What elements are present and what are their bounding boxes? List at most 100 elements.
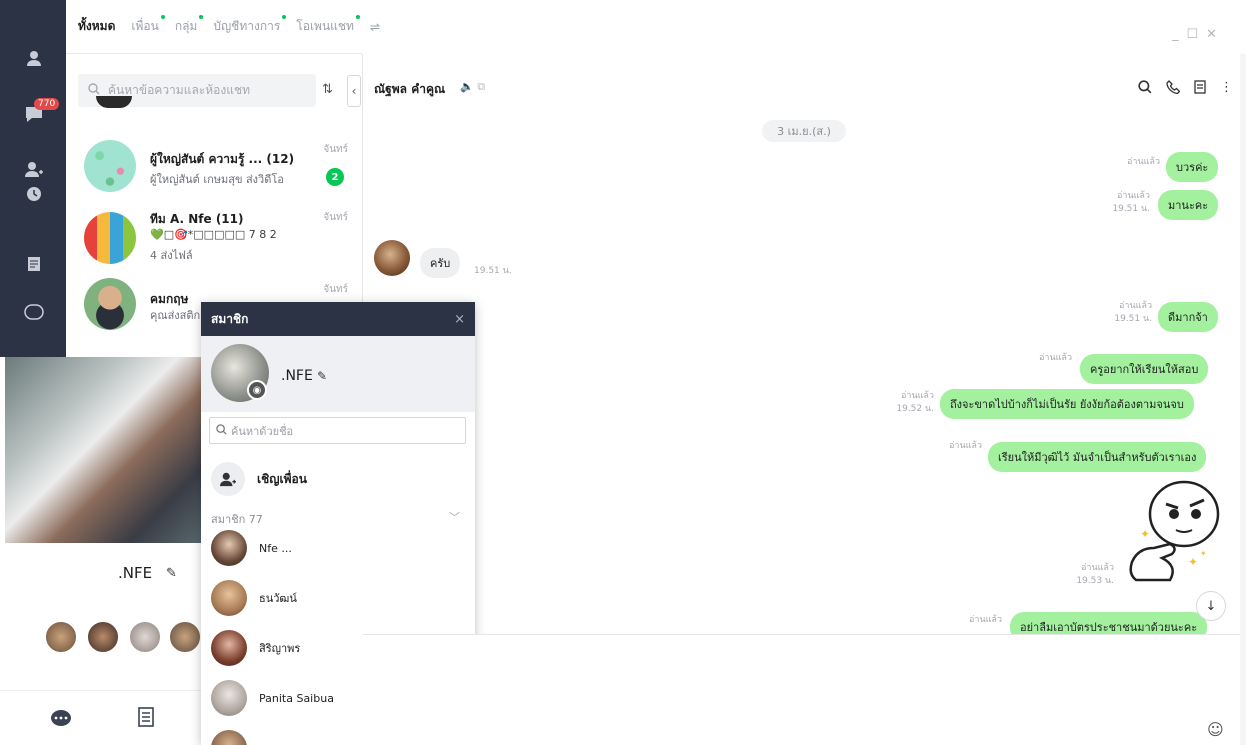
read-receipt: อ่านแล้ว 19.53 น.: [1058, 562, 1114, 587]
minimize-icon[interactable]: _: [1172, 27, 1179, 42]
member-avatar[interactable]: [44, 620, 78, 654]
message-bubble-out[interactable]: บวรค่ะ: [1166, 152, 1219, 182]
member-avatar[interactable]: [168, 620, 202, 654]
message-time: 19.51 น.: [474, 266, 512, 276]
svg-text:✦: ✦: [1200, 549, 1207, 558]
edit-group-name-icon[interactable]: ✎: [317, 369, 327, 383]
message-bubble-out[interactable]: ดีมากจ้า: [1158, 302, 1218, 332]
chat-time: จันทร์: [323, 212, 348, 223]
tab-openchat[interactable]: โอเพนแชท: [296, 15, 360, 36]
tab-friends[interactable]: เพื่อน: [131, 15, 165, 36]
tab-groups[interactable]: กลุ่ม: [174, 15, 204, 36]
mute-and-link-icons[interactable]: 🔈 ⧉: [460, 80, 485, 94]
avatar: [84, 140, 136, 192]
note-icon[interactable]: [138, 707, 154, 730]
read-label: อ่านแล้ว: [1119, 301, 1152, 311]
notes-icon[interactable]: [1194, 80, 1206, 98]
message-time: 19.53 น.: [1076, 575, 1114, 586]
chat-bubble-icon[interactable]: [50, 709, 72, 732]
sticker-image[interactable]: ✦✦✦: [1122, 470, 1224, 590]
chevron-down-icon[interactable]: ﹀: [449, 509, 460, 525]
group-cover-photo: [5, 357, 205, 543]
message-time: 19.51 น.: [1114, 313, 1152, 324]
line-app-window: 770 ทั้งหมด เพื่อน กลุ่ม บัญชีทางการ โอเ…: [0, 0, 1246, 745]
search-icon[interactable]: [1138, 80, 1152, 98]
members-count: สมาชิก 77: [211, 513, 263, 526]
chat-name: ทีม A. Nfe (11): [150, 212, 244, 226]
friends-icon[interactable]: [20, 44, 48, 72]
scroll-to-bottom-button[interactable]: ↓: [1196, 591, 1226, 621]
member-item[interactable]: Nfe ...: [211, 530, 292, 566]
close-window-icon[interactable]: ✕: [1206, 27, 1217, 42]
left-rail: 770: [0, 0, 66, 357]
filter-settings-icon[interactable]: ⇌: [370, 20, 380, 34]
tab-all[interactable]: ทั้งหมด: [78, 17, 115, 36]
member-name: สิริญาพร: [259, 642, 301, 655]
tab-label: กลุ่ม: [174, 19, 198, 33]
chat-item[interactable]: ผู้ใหญ่สันต์ ความรู้ ... (12) ผู้ใหญ่สัน…: [66, 140, 362, 206]
search-placeholder: ค้นหาด้วยชื่อ: [231, 424, 294, 438]
member-avatar: [211, 730, 247, 745]
member-avatar[interactable]: [86, 620, 120, 654]
sort-icon[interactable]: ⇅: [322, 82, 333, 97]
message-bubble-in[interactable]: ครับ: [420, 248, 461, 278]
member-name: Nfe ...: [259, 541, 292, 555]
message-input[interactable]: [363, 634, 1246, 745]
chat-room-title[interactable]: ณัฐพล คำคูณ: [374, 80, 445, 99]
message-bubble-out[interactable]: มานะคะ: [1158, 190, 1219, 220]
member-search-input[interactable]: ค้นหาด้วยชื่อ: [209, 417, 466, 444]
unread-count: 2: [326, 168, 344, 186]
scrollbar[interactable]: [1240, 54, 1246, 745]
read-label: อ่านแล้ว: [1081, 563, 1114, 573]
member-item[interactable]: ธนวัฒน์: [211, 580, 297, 616]
message-bubble-out[interactable]: ถึงจะขาดไปบ้างก็ไม่เป็นรัย ยังงัยก้อต้อง…: [940, 389, 1194, 419]
message-bubble-out[interactable]: เรียนให้มีวุฒิไว้ มันจำเป็นสำหรับตัวเราเ…: [988, 442, 1207, 472]
date-separator: 3 เม.ย.(ส.): [762, 120, 846, 142]
unread-badge: 770: [34, 98, 60, 110]
read-receipt: อ่านแล้ว: [950, 614, 1002, 627]
tab-official-accounts[interactable]: บัญชีทางการ: [213, 15, 287, 36]
new-dot: [199, 15, 204, 19]
invite-friends-button[interactable]: เชิญเพื่อน: [211, 462, 307, 496]
member-avatar: [211, 680, 247, 716]
member-item[interactable]: [211, 730, 247, 745]
member-name: Panita Saibua: [259, 691, 334, 705]
group-summary: ◉ .NFE ✎: [201, 336, 475, 412]
chat-filter-tabs: ทั้งหมด เพื่อน กลุ่ม บัญชีทางการ โอเพนแช…: [66, 0, 380, 54]
member-item[interactable]: Panita Saibua: [211, 680, 334, 716]
collapse-panel-icon[interactable]: ‹: [347, 75, 361, 107]
invite-label: เชิญเพื่อน: [257, 471, 307, 486]
sender-avatar[interactable]: [374, 240, 410, 276]
search-icon: [216, 423, 227, 438]
edit-name-icon[interactable]: ✎: [166, 566, 177, 581]
message-time: 19.51 น.: [1112, 203, 1150, 214]
chat-preview: ผู้ใหญ่สันต์ เกษมสุข ส่งวิดีโอ: [150, 173, 284, 186]
svg-text:✦: ✦: [1188, 555, 1198, 569]
member-item[interactable]: สิริญาพร: [211, 630, 300, 666]
member-avatar: [211, 580, 247, 616]
member-avatar: [211, 630, 247, 666]
message-bubble-out[interactable]: ครูอยากให้เรียนให้สอบ: [1080, 354, 1209, 384]
popup-header: สมาชิก ×: [201, 302, 475, 336]
emoji-icon[interactable]: ☺: [1207, 720, 1224, 739]
read-receipt: อ่านแล้ว: [930, 440, 982, 453]
more-options-icon[interactable]: ⋮: [1220, 80, 1233, 98]
chat-name: ผู้ใหญ่สันต์ ความรู้ ... (12): [150, 152, 295, 166]
read-label: อ่านแล้ว: [1127, 157, 1160, 167]
close-icon[interactable]: ×: [454, 312, 465, 327]
camera-icon[interactable]: ◉: [247, 380, 267, 400]
phone-icon[interactable]: [1166, 80, 1181, 98]
maximize-icon[interactable]: ☐: [1187, 27, 1199, 42]
read-receipt: อ่านแล้ว 19.52 น.: [878, 390, 934, 415]
profile-name: .NFE: [118, 564, 153, 582]
room-toolbar: ⋮: [1138, 80, 1233, 98]
line-logo-icon[interactable]: [20, 298, 48, 326]
tab-label: โอเพนแชท: [296, 19, 354, 33]
chat-item[interactable]: ทีม A. Nfe (11) 💚□🎯*□□□□□ 7 8 2 4 ส่งไฟล…: [66, 208, 362, 274]
chat-time: จันทร์: [323, 144, 348, 155]
history-icon[interactable]: [20, 180, 48, 208]
new-dot: [355, 15, 360, 19]
notes-icon[interactable]: [20, 250, 48, 278]
add-friend-icon[interactable]: [20, 155, 48, 183]
member-avatar[interactable]: [128, 620, 162, 654]
